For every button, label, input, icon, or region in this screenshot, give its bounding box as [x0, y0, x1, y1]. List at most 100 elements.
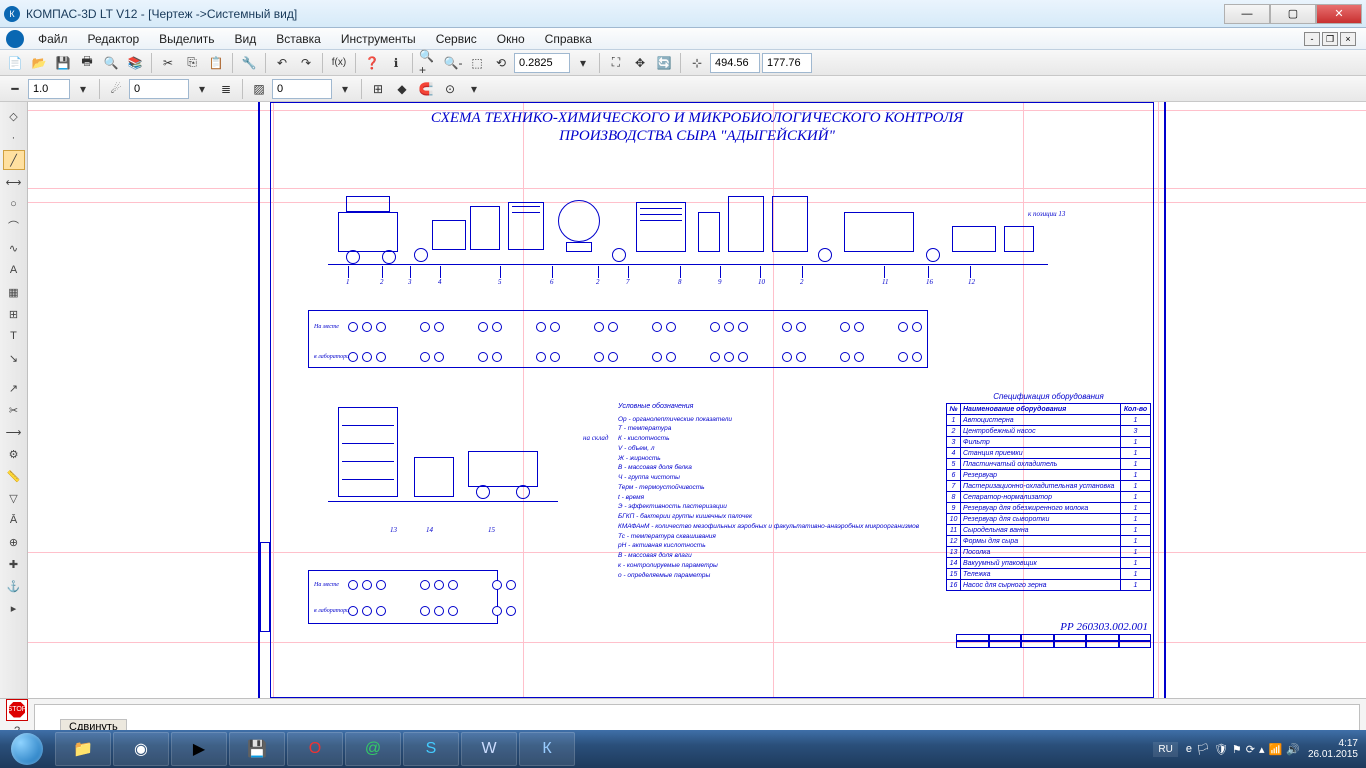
- tool-leader[interactable]: ↘: [3, 348, 25, 368]
- layer-dropdown[interactable]: ▾: [191, 78, 213, 100]
- redo-button[interactable]: ↷: [295, 52, 317, 74]
- tool-expand[interactable]: ▸: [3, 598, 25, 618]
- close-button[interactable]: ✕: [1316, 4, 1362, 24]
- lineweight-dropdown[interactable]: ▾: [72, 78, 94, 100]
- coord-y-input[interactable]: [762, 53, 812, 73]
- menu-insert[interactable]: Вставка: [266, 30, 331, 48]
- minimize-button[interactable]: —: [1224, 4, 1270, 24]
- new-button[interactable]: 📄: [4, 52, 26, 74]
- tool-axis[interactable]: ✚: [3, 554, 25, 574]
- menu-tools[interactable]: Инструменты: [331, 30, 426, 48]
- tool-arc[interactable]: ⌒: [3, 216, 25, 236]
- zoom-input[interactable]: [514, 53, 570, 73]
- tool-hatch[interactable]: ▦: [3, 282, 25, 302]
- tool-text[interactable]: A: [3, 260, 25, 280]
- tool-roughness[interactable]: ▽: [3, 488, 25, 508]
- save-button[interactable]: 💾: [52, 52, 74, 74]
- variables-button[interactable]: f(x): [328, 52, 350, 74]
- tray-network-icon[interactable]: 📶: [1269, 743, 1283, 756]
- task-media[interactable]: ▶: [171, 732, 227, 766]
- tray-shield-icon[interactable]: 🛡: [1214, 743, 1228, 756]
- tray-updates-icon[interactable]: ⟳: [1246, 743, 1255, 756]
- tray-ie-icon[interactable]: e: [1186, 743, 1192, 756]
- layers-button[interactable]: ≣: [215, 78, 237, 100]
- snap-center-button[interactable]: ⊙: [439, 78, 461, 100]
- view-combo[interactable]: [272, 79, 332, 99]
- layer-combo[interactable]: [129, 79, 189, 99]
- paste-button[interactable]: 📋: [205, 52, 227, 74]
- drawing-canvas[interactable]: СХЕМА ТЕХНИКО-ХИМИЧЕСКОГО И МИКРОБИОЛОГИ…: [28, 102, 1366, 698]
- preview-button[interactable]: 🔍: [100, 52, 122, 74]
- menu-select[interactable]: Выделить: [149, 30, 224, 48]
- task-opera[interactable]: O: [287, 732, 343, 766]
- start-button[interactable]: [0, 730, 54, 768]
- zoom-in-button[interactable]: 🔍+: [418, 52, 440, 74]
- tool-anchor[interactable]: ⚓: [3, 576, 25, 596]
- tool-spline[interactable]: ∿: [3, 238, 25, 258]
- tool-edit[interactable]: ↗: [3, 378, 25, 398]
- tool-circle[interactable]: ○: [3, 194, 25, 214]
- linestyle-icon[interactable]: ━: [4, 78, 26, 100]
- task-skype[interactable]: S: [403, 732, 459, 766]
- open-button[interactable]: 📂: [28, 52, 50, 74]
- tray-icons[interactable]: e 🏳 🛡 ⚑ ⟳ ▴ 📶 🔊: [1186, 743, 1300, 756]
- snap-mid-button[interactable]: 🧲: [415, 78, 437, 100]
- tray-flag-icon[interactable]: 🏳: [1196, 743, 1210, 756]
- tray-volume-icon[interactable]: 🔊: [1286, 743, 1300, 756]
- coord-x-input[interactable]: [710, 53, 760, 73]
- pan-button[interactable]: ✥: [629, 52, 651, 74]
- task-word[interactable]: W: [461, 732, 517, 766]
- info-button[interactable]: ℹ: [385, 52, 407, 74]
- tray-clock[interactable]: 4:17 26.01.2015: [1308, 738, 1358, 760]
- tool-param[interactable]: ⚙: [3, 444, 25, 464]
- layer-icon[interactable]: ☄: [105, 78, 127, 100]
- mdi-minimize-button[interactable]: -: [1304, 32, 1320, 46]
- zoom-fit-button[interactable]: ⛶: [605, 52, 627, 74]
- snap-grid-button[interactable]: ⊞: [367, 78, 389, 100]
- tool-dim[interactable]: ⟷: [3, 172, 25, 192]
- task-save[interactable]: 💾: [229, 732, 285, 766]
- tray-action-icon[interactable]: ⚑: [1232, 743, 1242, 756]
- hatch-icon[interactable]: ▨: [248, 78, 270, 100]
- menu-edit[interactable]: Редактор: [78, 30, 150, 48]
- menu-file[interactable]: Файл: [28, 30, 78, 48]
- zoom-dropdown[interactable]: ▾: [572, 52, 594, 74]
- tool-trim[interactable]: ✂: [3, 400, 25, 420]
- task-chrome[interactable]: ◉: [113, 732, 169, 766]
- zoom-prev-button[interactable]: ⟲: [490, 52, 512, 74]
- print-button[interactable]: 🖶: [76, 52, 98, 74]
- snap-dropdown[interactable]: ▾: [463, 78, 485, 100]
- tool-tolerance[interactable]: ⊕: [3, 532, 25, 552]
- zoom-window-button[interactable]: ⬚: [466, 52, 488, 74]
- task-mail[interactable]: @: [345, 732, 401, 766]
- view-dropdown[interactable]: ▾: [334, 78, 356, 100]
- undo-button[interactable]: ↶: [271, 52, 293, 74]
- task-kompas[interactable]: К: [519, 732, 575, 766]
- command-input-area[interactable]: [34, 704, 1360, 734]
- copy-button[interactable]: ⎘: [181, 52, 203, 74]
- properties-button[interactable]: 🔧: [238, 52, 260, 74]
- library-button[interactable]: 📚: [124, 52, 146, 74]
- menu-service[interactable]: Сервис: [426, 30, 487, 48]
- maximize-button[interactable]: ▢: [1270, 4, 1316, 24]
- task-explorer[interactable]: 📁: [55, 732, 111, 766]
- tool-table[interactable]: ⊞: [3, 304, 25, 324]
- tool-measure[interactable]: 📏: [3, 466, 25, 486]
- tool-insert[interactable]: T: [3, 326, 25, 346]
- tool-geometry[interactable]: ◇: [3, 106, 25, 126]
- coord-origin-icon[interactable]: ⊹: [686, 52, 708, 74]
- cut-button[interactable]: ✂: [157, 52, 179, 74]
- stop-button[interactable]: STOP: [6, 699, 28, 721]
- mdi-close-button[interactable]: ×: [1340, 32, 1356, 46]
- zoom-out-button[interactable]: 🔍-: [442, 52, 464, 74]
- mdi-restore-button[interactable]: ❐: [1322, 32, 1338, 46]
- tray-chevron-icon[interactable]: ▴: [1259, 743, 1265, 756]
- app-logo-icon[interactable]: [6, 30, 24, 48]
- tool-line[interactable]: ╱: [3, 150, 25, 170]
- lineweight-input[interactable]: [28, 79, 70, 99]
- tool-point[interactable]: ·: [3, 128, 25, 148]
- menu-help[interactable]: Справка: [535, 30, 602, 48]
- tool-extend[interactable]: ⟶: [3, 422, 25, 442]
- lang-indicator[interactable]: RU: [1153, 742, 1177, 757]
- help-context-button[interactable]: ❓: [361, 52, 383, 74]
